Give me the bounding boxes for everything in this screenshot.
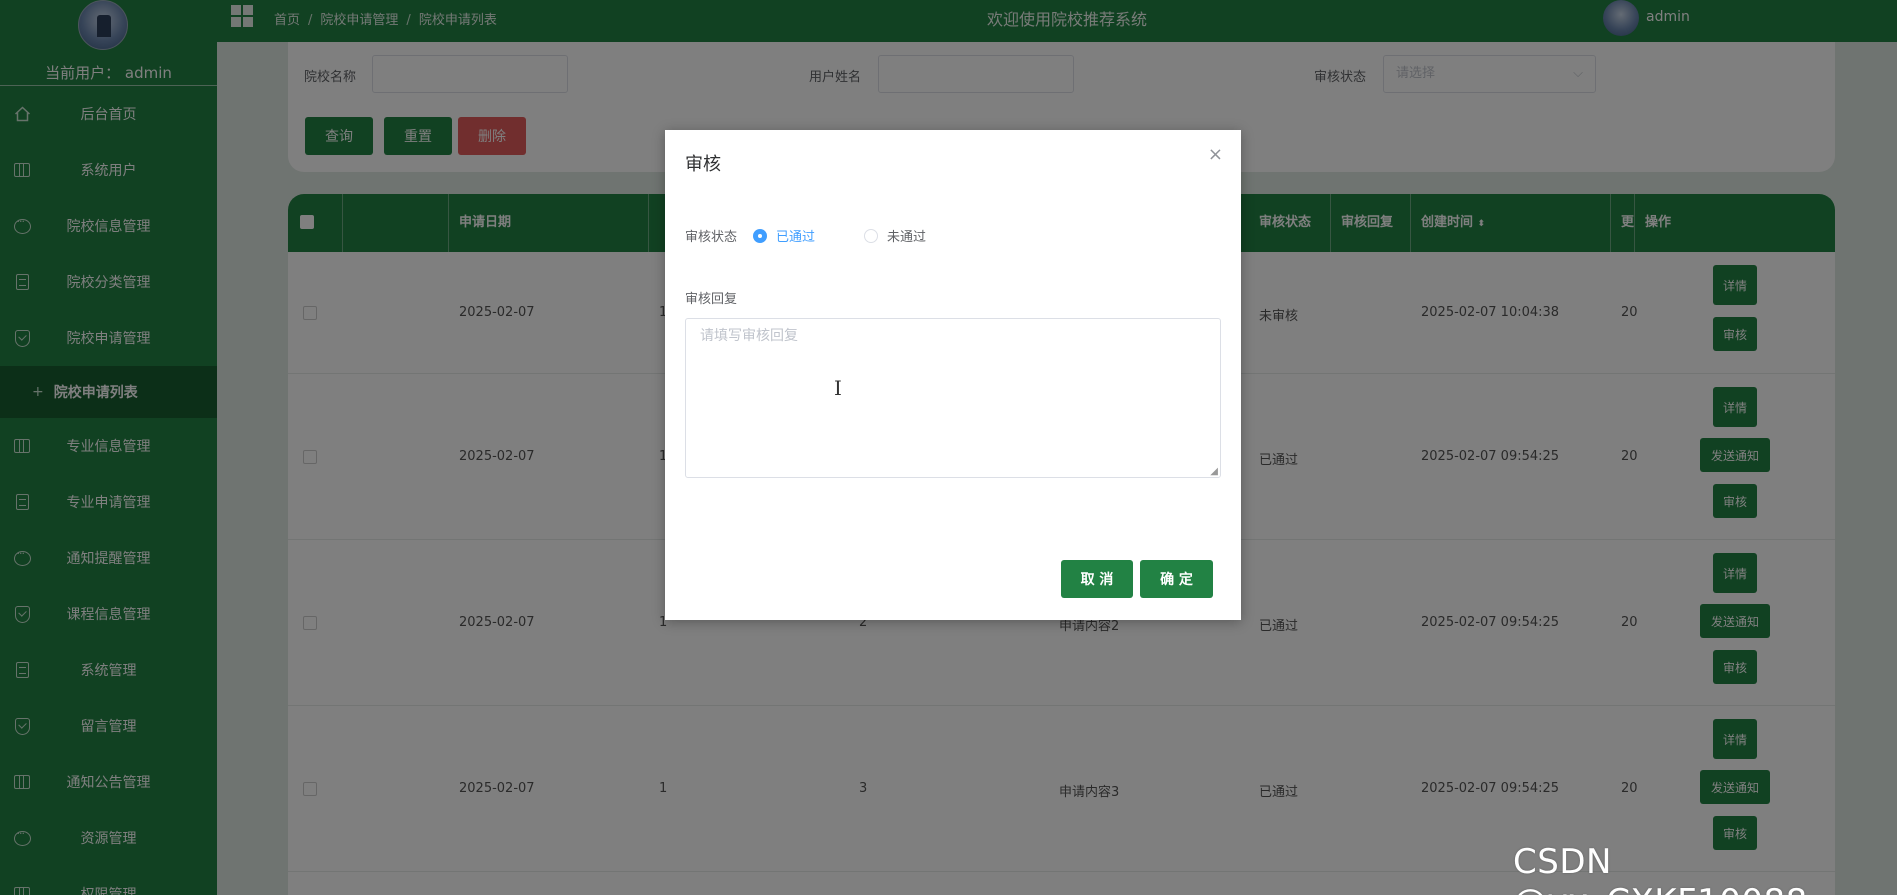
audit-dialog: 审核 × 审核状态 已通过 未通过 审核回复 请填写审核回复 ◢ 取 消 确 定 <box>665 130 1241 620</box>
cancel-button[interactable]: 取 消 <box>1061 560 1133 598</box>
radio-failed-label: 未通过 <box>887 230 927 245</box>
dialog-title: 审核 <box>685 154 721 175</box>
watermark: CSDN @vx_CXKF10088 <box>1513 842 1807 895</box>
confirm-button[interactable]: 确 定 <box>1140 560 1213 598</box>
audit-reply-placeholder: 请填写审核回复 <box>700 328 798 344</box>
text-cursor-icon: I <box>834 376 842 400</box>
audit-reply-textarea[interactable]: 请填写审核回复 ◢ <box>685 318 1221 478</box>
radio-passed-label: 已通过 <box>776 230 816 245</box>
resize-handle-icon[interactable]: ◢ <box>1210 466 1218 477</box>
audit-status-label: 审核状态 <box>685 230 738 245</box>
radio-failed[interactable]: 未通过 <box>864 226 926 245</box>
radio-passed[interactable]: 已通过 <box>753 226 815 245</box>
radio-checked-icon <box>753 228 767 243</box>
audit-reply-label: 审核回复 <box>685 292 738 307</box>
close-icon[interactable]: × <box>1208 144 1223 165</box>
radio-unchecked-icon <box>864 228 878 243</box>
